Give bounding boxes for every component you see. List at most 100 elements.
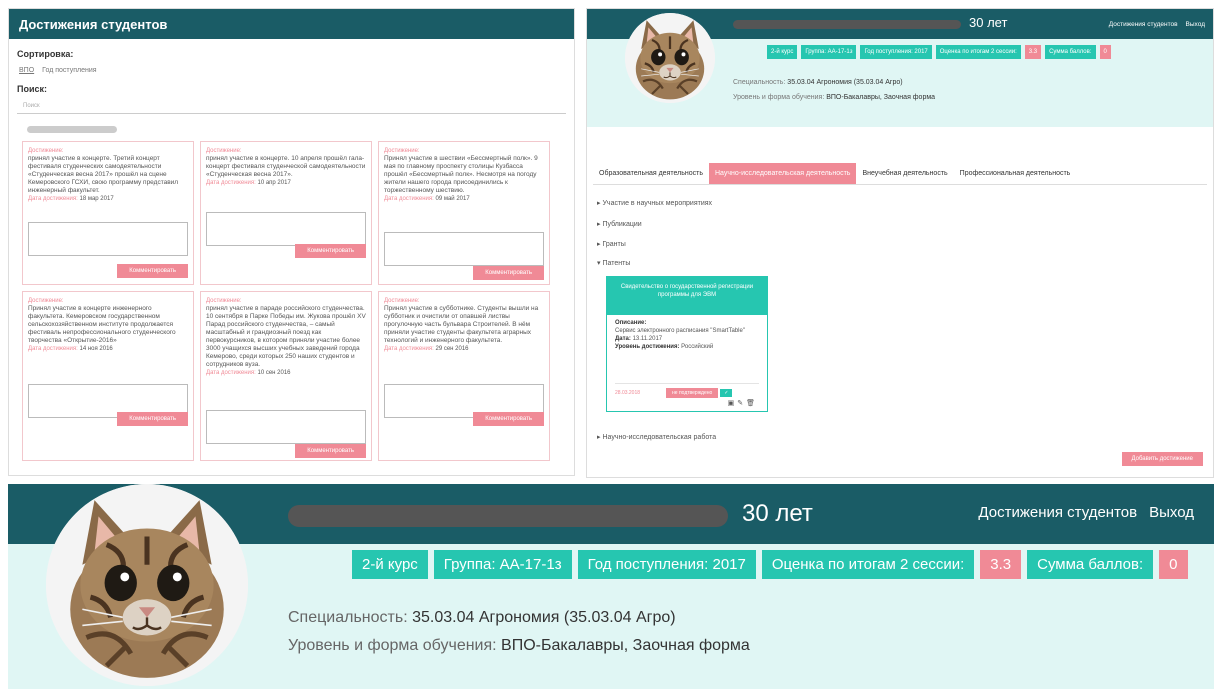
patent-date-label: Дата: (615, 336, 631, 342)
specialty-label: Специальность: (733, 79, 786, 86)
student-badges: 2-й курс Группа: АА-17-1з Год поступлени… (352, 550, 1188, 579)
comment-button[interactable]: Комментировать (117, 264, 188, 278)
achievement-date: 10 апр 2017 (257, 180, 291, 186)
achievement-title: Достижение: (206, 148, 242, 154)
badge-session-grade-label: Оценка по итогам 2 сессии: (761, 550, 975, 579)
badge-group: Группа: АА-17-1з (433, 550, 572, 579)
activity-tabs: Образовательная деятельность Научно-иссл… (593, 163, 1076, 184)
accordion-item[interactable]: ▸ Гранты (597, 240, 626, 248)
sort-label: Сортировка: (17, 49, 74, 59)
specialty-row: Специальность: 35.03.04 Агрономия (35.03… (288, 609, 676, 627)
patent-body: Описание: Сервис электронного расписания… (607, 315, 767, 355)
achievement-date: 14 ноя 2016 (79, 346, 113, 352)
patent-date: 13.11.2017 (632, 336, 663, 342)
badge-year: Год поступления: 2017 (860, 45, 932, 59)
accordion-label: Участие в научных мероприятиях (602, 200, 713, 207)
page-title: Достижения студентов (19, 16, 168, 32)
achievement-text: Принял участие в концерте инженерного фа… (28, 305, 176, 344)
date-label: Дата достижения: (206, 180, 256, 186)
patent-level-label: Уровень достижения: (615, 344, 680, 350)
specialty-row: Специальность: 35.03.04 Агрономия (35.03… (733, 79, 903, 86)
top-nav: Достижения студентов Выход (1109, 21, 1205, 28)
badge-score-label: Сумма баллов: (1027, 550, 1154, 579)
achievement-title: Достижение: (384, 148, 420, 154)
student-age: 30 лет (969, 15, 1008, 30)
accordion-label: Публикации (602, 221, 642, 228)
tab-educational[interactable]: Образовательная деятельность (593, 163, 709, 184)
nav-achievements-link[interactable]: Достижения студентов (978, 504, 1137, 521)
accordion-item[interactable]: ▸ Участие в научных мероприятиях (597, 199, 712, 207)
achievement-date-row: Дата достижения: 09 май 2017 (384, 195, 544, 203)
date-label: Дата достижения: (384, 346, 434, 352)
comment-button[interactable]: Комментировать (473, 266, 544, 280)
level-row: Уровень и форма обучения: ВПО-Бакалавры,… (733, 94, 935, 101)
badge-group: Группа: АА-17-1з (801, 45, 857, 59)
edit-icon[interactable]: ✎ (737, 399, 743, 407)
nav-logout-link[interactable]: Выход (1149, 504, 1194, 521)
student-name-redacted (733, 20, 961, 29)
tab-professional[interactable]: Профессиональная деятельность (954, 163, 1077, 184)
nav-logout-link[interactable]: Выход (1186, 21, 1205, 28)
comment-textarea[interactable] (206, 410, 366, 444)
achievement-card: Достижение: Принял участие в субботнике.… (378, 291, 550, 461)
search-input[interactable]: Поиск (17, 100, 566, 114)
badge-year: Год поступления: 2017 (577, 550, 756, 579)
achievement-card: Достижение: принял участие в концерте. 1… (200, 141, 372, 285)
comment-textarea[interactable] (206, 212, 366, 246)
comment-textarea[interactable] (28, 222, 188, 256)
patent-card: Свидетельство о государственной регистра… (606, 276, 768, 412)
sort-option-year[interactable]: Год поступления (42, 67, 96, 74)
level-value: ВПО-Бакалавры, Заочная форма (826, 94, 936, 101)
achievement-text: Принял участие в субботнике. Студенты вы… (384, 305, 539, 344)
cat-avatar-icon (625, 13, 715, 103)
badge-session-grade-label: Оценка по итогам 2 сессии: (935, 45, 1021, 59)
comment-button[interactable]: Комментировать (295, 444, 366, 458)
sort-option-vpo[interactable]: ВПО (19, 67, 34, 74)
tab-extracurricular[interactable]: Внеучебная деятельность (856, 163, 953, 184)
achievement-text: принял участие в концерте. Третий концер… (28, 155, 179, 194)
level-label: Уровень и форма обучения: (733, 94, 825, 101)
patent-added-date: 28.03.2018 (615, 390, 641, 396)
accordion-item[interactable]: ▾ Патенты (597, 259, 630, 267)
comment-button[interactable]: Комментировать (473, 412, 544, 426)
add-achievement-button[interactable]: Добавить достижение (1121, 452, 1203, 466)
patent-level: Российский (681, 344, 714, 350)
achievement-text: Принял участие в шествии «Бессмертный по… (384, 155, 538, 194)
search-label: Поиск: (17, 84, 48, 94)
delete-icon[interactable]: 🗑 (746, 399, 755, 407)
achievement-title: Достижение: (206, 298, 242, 304)
confirm-icon[interactable]: ✓ (720, 389, 733, 397)
badge-score-value: 0 (1099, 45, 1111, 59)
student-profile-panel: 30 лет Достижения студентов Выход 2-й ку… (586, 8, 1214, 478)
achievement-title: Достижение: (384, 298, 420, 304)
comment-button[interactable]: Комментировать (117, 412, 188, 426)
achievement-card: Достижение: принял участие в концерте. Т… (22, 141, 194, 285)
accordion-item[interactable]: ▸ Публикации (597, 220, 642, 228)
accordion-item[interactable]: ▸ Научно-исследовательская работа (597, 433, 716, 441)
student-age: 30 лет (742, 500, 813, 527)
accordion-label: Гранты (602, 241, 626, 248)
image-icon[interactable]: ▣ (728, 399, 735, 407)
panel-header: Достижения студентов (9, 9, 574, 39)
achievement-date: 09 май 2017 (435, 196, 470, 202)
patent-title: Свидетельство о государственной регистра… (607, 277, 767, 315)
tab-research[interactable]: Научно-исследовательская деятельность (708, 163, 857, 184)
nav-achievements-link[interactable]: Достижения студентов (1109, 21, 1178, 28)
achievement-card: Достижение: Принял участие в шествии «Бе… (378, 141, 550, 285)
achievement-date-row: Дата достижения: 29 сен 2016 (384, 345, 544, 353)
date-label: Дата достижения: (28, 196, 78, 202)
avatar (46, 484, 248, 686)
comment-button[interactable]: Комментировать (295, 244, 366, 258)
accordion-label: Научно-исследовательская работа (602, 434, 717, 441)
student-name-redacted (27, 126, 117, 133)
achievement-date-row: Дата достижения: 10 апр 2017 (206, 179, 366, 187)
patent-actions: ▣ ✎ 🗑 (728, 399, 755, 407)
achievement-text: принял участие в параде российского студ… (206, 305, 366, 368)
comment-textarea[interactable] (384, 232, 544, 266)
level-value: ВПО-Бакалавры, Заочная форма (501, 637, 750, 654)
achievement-date-row: Дата достижения: 18 мар 2017 (28, 195, 188, 203)
badge-session-grade-value: 3.3 (1024, 45, 1042, 59)
patent-desc-label: Описание: (615, 320, 647, 326)
student-name-redacted (288, 505, 728, 527)
achievements-grid: Достижение: принял участие в концерте. Т… (22, 141, 558, 461)
